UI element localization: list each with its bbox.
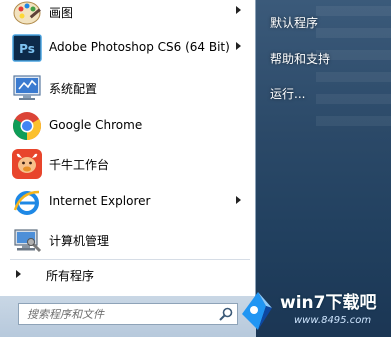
right-item-run[interactable]: 运行... bbox=[270, 85, 305, 102]
right-item-help-support[interactable]: 帮助和支持 bbox=[270, 50, 330, 67]
submenu-arrow-icon[interactable] bbox=[236, 196, 241, 204]
programs-pane: 画图 Ps Adobe Photoshop CS6 (64 Bit) 系统配置 bbox=[0, 0, 256, 296]
all-programs-label: 所有程序 bbox=[46, 269, 95, 283]
program-item-qianniu[interactable]: 千牛工作台 bbox=[0, 146, 252, 182]
chrome-icon bbox=[11, 110, 43, 142]
program-label: 画图 bbox=[49, 6, 74, 20]
search-area bbox=[0, 296, 256, 337]
program-label: 千牛工作台 bbox=[49, 158, 110, 172]
ie-icon bbox=[11, 186, 43, 218]
search-icon[interactable] bbox=[218, 306, 234, 322]
program-item-computer-management[interactable]: 计算机管理 bbox=[0, 222, 252, 258]
program-item-photoshop[interactable]: Ps Adobe Photoshop CS6 (64 Bit) bbox=[0, 30, 252, 66]
qianniu-icon bbox=[11, 148, 43, 180]
program-item-paint[interactable]: 画图 bbox=[0, 0, 252, 30]
submenu-arrow-icon[interactable] bbox=[236, 6, 241, 14]
watermark-logo: win7下载吧 www.8495.com bbox=[236, 282, 391, 337]
right-item-default-programs[interactable]: 默认程序 bbox=[270, 14, 318, 31]
photoshop-icon: Ps bbox=[11, 32, 43, 64]
program-item-system-config[interactable]: 系统配置 bbox=[0, 70, 252, 106]
paint-icon bbox=[11, 0, 43, 28]
search-input[interactable] bbox=[23, 305, 216, 323]
program-label: 系统配置 bbox=[49, 82, 98, 96]
program-item-internet-explorer[interactable]: Internet Explorer bbox=[0, 184, 252, 220]
system-config-icon bbox=[11, 72, 43, 104]
program-label: 计算机管理 bbox=[49, 234, 110, 248]
computer-management-icon bbox=[11, 224, 43, 256]
svg-text:Ps: Ps bbox=[19, 42, 35, 56]
watermark-text: win7下载吧 bbox=[280, 293, 377, 313]
program-label: Adobe Photoshop CS6 (64 Bit) bbox=[49, 40, 230, 54]
submenu-arrow-icon[interactable] bbox=[236, 42, 241, 50]
program-item-google-chrome[interactable]: Google Chrome bbox=[0, 108, 252, 144]
program-label: Google Chrome bbox=[49, 118, 143, 132]
all-programs-button[interactable]: 所有程序 bbox=[0, 262, 252, 286]
search-box[interactable] bbox=[18, 303, 238, 325]
all-programs-arrow-icon bbox=[16, 270, 21, 278]
program-label: Internet Explorer bbox=[49, 194, 151, 208]
watermark-url: www.8495.com bbox=[294, 315, 372, 326]
win7-logo-icon bbox=[242, 292, 272, 330]
separator bbox=[10, 259, 250, 260]
